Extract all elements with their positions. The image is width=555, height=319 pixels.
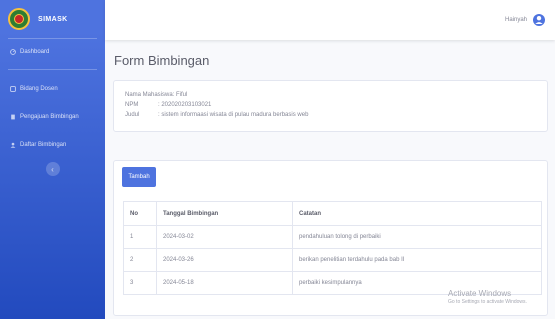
guidance-table: No Tanggal Bimbingan Catatan 1 2024-03-0… <box>123 201 542 295</box>
sidebar-item-label: Bidang Dosen <box>20 86 58 92</box>
cell-no: 3 <box>123 271 157 295</box>
student-info-card: Nama Mahasiswa : Fiful NPM : 20202020310… <box>113 80 548 132</box>
add-button[interactable]: Tambah <box>122 167 156 187</box>
bidang-icon <box>10 86 16 92</box>
sidebar-item-daftar-bimbingan[interactable]: Daftar Bimbingan <box>0 134 105 156</box>
watermark-title: Activate Windows <box>448 289 512 298</box>
info-value: : 202020203103021 <box>158 102 212 108</box>
cell-no: 1 <box>123 225 157 249</box>
brand[interactable]: SIMASK <box>0 0 105 38</box>
sidebar: SIMASK Dashboard Bidang Dosen Pengajuan … <box>0 0 105 319</box>
brand-name: SIMASK <box>38 15 68 23</box>
cell-notes: pendahuluan tolong di perbaiki <box>292 225 542 249</box>
cell-date: 2024-03-26 <box>156 248 293 272</box>
cell-notes: berikan penelitian terdahulu pada bab II <box>292 248 542 272</box>
sidebar-item-label: Pengajuan Bimbingan <box>20 114 79 120</box>
info-row: Nama Mahasiswa : Fiful <box>125 90 536 100</box>
cell-no: 2 <box>123 248 157 272</box>
info-label: Nama Mahasiswa <box>125 92 173 98</box>
cell-date: 2024-05-18 <box>156 271 293 295</box>
table-row: 2 2024-03-26 berikan penelitian terdahul… <box>123 248 542 272</box>
user-avatar-icon[interactable] <box>533 13 545 27</box>
sidebar-toggle-button[interactable]: ‹ <box>45 162 60 176</box>
info-value: : Fiful <box>172 92 188 98</box>
page-title: Form Bimbingan <box>114 53 210 68</box>
column-header-date: Tanggal Bimbingan <box>156 201 293 226</box>
column-header-notes: Catatan <box>292 201 542 226</box>
topbar: Hainyah <box>105 0 555 40</box>
table-row: 1 2024-03-02 pendahuluan tolong di perba… <box>123 225 542 249</box>
info-row: Judul : sistem informaasi wisata di pula… <box>125 110 536 120</box>
cell-date: 2024-03-02 <box>156 225 293 249</box>
info-value: : sistem informaasi wisata di pulau madu… <box>158 112 309 118</box>
info-row: NPM : 202020203103021 <box>125 100 536 110</box>
table-header-row: No Tanggal Bimbingan Catatan <box>123 201 542 226</box>
activate-windows-watermark: Activate Windows Go to Settings to activ… <box>448 289 527 305</box>
university-logo <box>8 8 30 30</box>
sidebar-item-label: Dashboard <box>20 49 50 55</box>
sidebar-divider <box>8 38 97 39</box>
sidebar-item-pengajuan-bimbingan[interactable]: Pengajuan Bimbingan <box>0 106 105 128</box>
user-name[interactable]: Hainyah <box>505 17 527 23</box>
document-icon <box>11 114 15 120</box>
users-icon <box>10 142 16 148</box>
info-label: Judul <box>125 112 140 118</box>
sidebar-item-bidang-dosen[interactable]: Bidang Dosen <box>0 78 105 100</box>
watermark-subtitle: Go to Settings to activate Windows. <box>448 299 527 305</box>
sidebar-divider <box>8 69 97 70</box>
column-header-no: No <box>123 201 157 226</box>
info-label: NPM <box>125 102 139 108</box>
sidebar-item-label: Daftar Bimbingan <box>20 142 67 148</box>
chevron-left-icon: ‹ <box>51 164 54 174</box>
sidebar-item-dashboard[interactable]: Dashboard <box>0 41 105 63</box>
dashboard-icon <box>10 49 16 55</box>
